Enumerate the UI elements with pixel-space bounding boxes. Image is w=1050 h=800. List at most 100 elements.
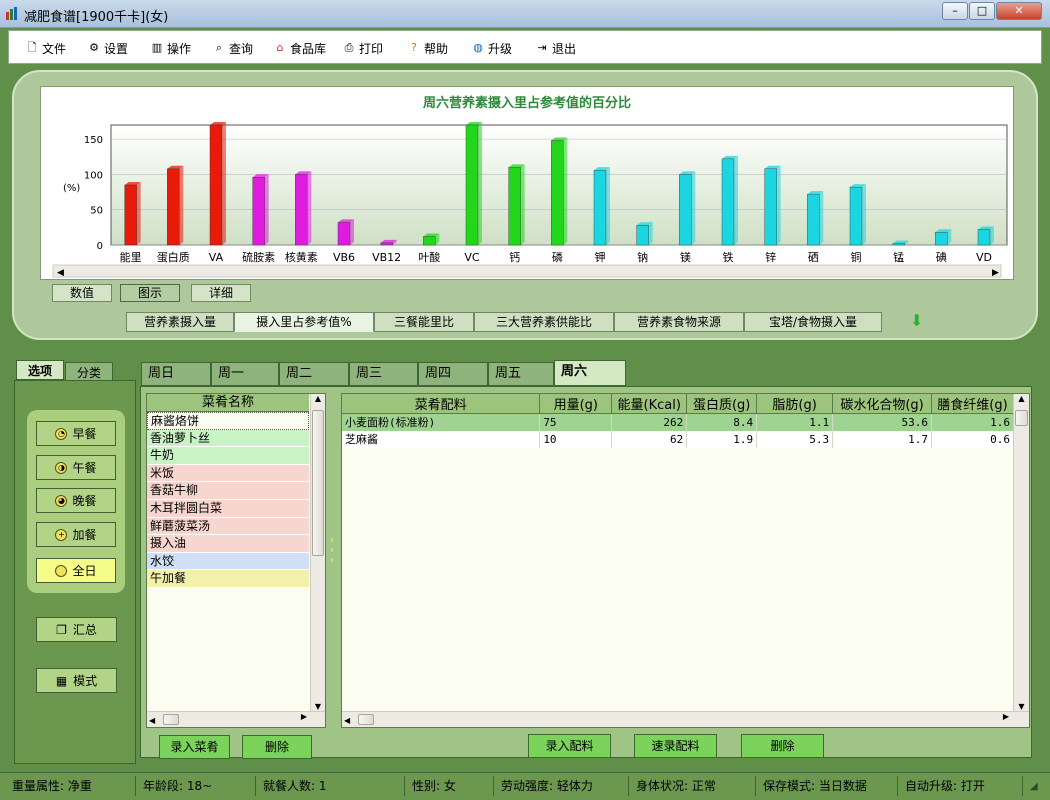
cell: 0.6 xyxy=(931,430,1014,448)
cell: 62 xyxy=(611,430,688,448)
template-button[interactable]: ▦ 模式 xyxy=(36,668,117,693)
menu-print[interactable]: ⎙ 打印 xyxy=(342,39,383,57)
tab-macro-energy[interactable]: 三大营养素供能比 xyxy=(474,312,614,332)
col-fat[interactable]: 脂肪(g) xyxy=(756,394,834,414)
menu-food-db[interactable]: ⌂ 食品库 xyxy=(273,39,327,57)
tab-sunday[interactable]: 周日 xyxy=(141,362,211,386)
dish-item[interactable]: 水饺 xyxy=(147,552,309,571)
scroll-left-icon[interactable]: ◀ xyxy=(147,716,155,725)
summary-button[interactable]: ❐ 汇总 xyxy=(36,617,117,642)
add-ingredient-button[interactable]: 录入配料 xyxy=(528,734,611,758)
delete-ingredient-button[interactable]: 删除 xyxy=(741,734,824,758)
quick-ingredient-button[interactable]: 速录配料 xyxy=(634,734,717,758)
col-carbs[interactable]: 碳水化合物(g) xyxy=(832,394,933,414)
tab-saturday[interactable]: 周六 xyxy=(554,360,626,386)
bar-front xyxy=(124,184,137,246)
dish-item[interactable]: 香菇牛柳 xyxy=(147,482,309,500)
dish-item[interactable]: 木耳拌圆白菜 xyxy=(147,499,309,518)
bar-17 xyxy=(849,184,866,246)
dish-item[interactable]: 米饭 xyxy=(147,464,309,483)
scroll-thumb[interactable] xyxy=(358,714,374,725)
scroll-left-icon[interactable]: ◀ xyxy=(57,268,64,278)
scroll-thumb[interactable] xyxy=(1015,410,1028,426)
view-chart-button[interactable]: 图示 xyxy=(120,284,180,302)
clock-icon: ◕ xyxy=(55,494,68,507)
delete-dish-button[interactable]: 删除 xyxy=(242,735,312,759)
maximize-button[interactable]: □ xyxy=(969,2,995,20)
menu-bar: 🗋 文件 ⚙ 设置 ▥ 操作 ⌕ 查询 ⌂ 食品库 ⎙ 打印 ? 帮助 ◍ 升级 ⇥ 退出 xyxy=(8,30,1042,64)
menu-exit[interactable]: ⇥ 退出 xyxy=(535,39,576,57)
dish-item[interactable]: 牛奶 xyxy=(147,447,309,465)
tab-intake-percent[interactable]: 摄入里占参考值% xyxy=(234,312,374,332)
status-health: 身体状况: 正常 xyxy=(632,776,756,796)
chart-area: 周六营养素摄入里占参考值的百分比 0 50 100 150 (%) 能里 蛋白质 VA 硫胺… xyxy=(40,86,1014,280)
x-tick-label: VD xyxy=(976,251,992,264)
dish-list-vscroll[interactable]: ▲ ▼ xyxy=(310,394,325,711)
meal-lunch-button[interactable]: ◑ 午餐 xyxy=(36,455,116,480)
dish-item[interactable]: 摄入油 xyxy=(147,535,309,553)
resize-grip-icon[interactable]: ◢ xyxy=(1030,781,1044,795)
chart-hscroll[interactable] xyxy=(52,264,1002,278)
bar-side xyxy=(221,122,226,245)
collapse-arrows-icon[interactable]: ‹ ‹ ‹ xyxy=(330,536,338,576)
tab-friday[interactable]: 周五 xyxy=(488,362,554,386)
minimize-button[interactable]: – xyxy=(942,2,968,20)
dish-item[interactable]: 鲜蘑菠菜汤 xyxy=(147,517,309,536)
bar-11 xyxy=(593,167,610,246)
tab-nutrient-intake[interactable]: 营养素摄入量 xyxy=(126,312,234,332)
bar-14 xyxy=(721,155,738,246)
chart-title: 周六营养素摄入里占参考值的百分比 xyxy=(423,95,631,111)
table-row[interactable]: 小麦面粉(标准粉) 75 262 8.4 1.1 53.6 1.6 xyxy=(342,413,1014,431)
scroll-thumb[interactable] xyxy=(312,410,324,556)
tab-options[interactable]: 选项 xyxy=(16,360,64,380)
scroll-left-icon[interactable]: ◀ xyxy=(342,716,350,725)
scroll-right-icon[interactable]: ▶ xyxy=(992,268,999,278)
menu-query[interactable]: ⌕ 查询 xyxy=(212,39,253,57)
menu-file[interactable]: 🗋 文件 xyxy=(25,39,66,57)
scroll-up-icon[interactable]: ▲ xyxy=(1014,394,1029,403)
tab-thursday[interactable]: 周四 xyxy=(418,362,488,386)
dish-item[interactable]: 香油萝卜丝 xyxy=(147,429,309,448)
scroll-down-icon[interactable]: ▼ xyxy=(1014,702,1029,711)
bar-side xyxy=(179,165,184,245)
menu-settings[interactable]: ⚙ 设置 xyxy=(87,39,128,57)
col-protein[interactable]: 蛋白质(g) xyxy=(686,394,758,414)
table-hscroll[interactable]: ◀ ▶ xyxy=(342,711,1029,727)
dish-item[interactable]: 午加餐 xyxy=(147,570,309,588)
dish-list-hscroll[interactable]: ◀ ▶ xyxy=(147,711,325,727)
dish-item[interactable]: 麻酱烙饼 xyxy=(147,412,309,430)
tab-pyramid[interactable]: 宝塔/食物摄入量 xyxy=(744,312,882,332)
tab-meal-energy[interactable]: 三餐能里比 xyxy=(374,312,474,332)
tab-food-source[interactable]: 营养素食物来源 xyxy=(614,312,744,332)
arrow-down-icon[interactable]: ⬇ xyxy=(910,312,928,330)
col-amount[interactable]: 用量(g) xyxy=(539,394,613,414)
tab-categories[interactable]: 分类 xyxy=(65,362,113,382)
scroll-right-icon[interactable]: ▶ xyxy=(1003,712,1009,721)
scroll-down-icon[interactable]: ▼ xyxy=(311,702,325,711)
tab-wednesday[interactable]: 周三 xyxy=(349,362,418,386)
x-tick-label: 叶酸 xyxy=(418,250,440,264)
scroll-thumb[interactable] xyxy=(163,714,179,725)
table-vscroll[interactable]: ▲ ▼ xyxy=(1013,394,1029,711)
tab-monday[interactable]: 周一 xyxy=(211,362,279,386)
col-fiber[interactable]: 膳食纤维(g) xyxy=(931,394,1014,414)
menu-operate[interactable]: ▥ 操作 xyxy=(150,39,191,57)
menu-upgrade[interactable]: ◍ 升级 xyxy=(471,39,512,57)
add-dish-button[interactable]: 录入菜肴 xyxy=(159,735,230,759)
cell: 75 xyxy=(539,413,613,431)
tab-tuesday[interactable]: 周二 xyxy=(279,362,349,386)
menu-label: 设置 xyxy=(104,41,129,56)
meal-snack-button[interactable]: + 加餐 xyxy=(36,522,116,547)
meal-dinner-button[interactable]: ◕ 晚餐 xyxy=(36,488,116,513)
meal-breakfast-button[interactable]: ◔ 早餐 xyxy=(36,421,116,446)
view-detail-button[interactable]: 详细 xyxy=(191,284,251,302)
col-ingredient[interactable]: 菜肴配料 xyxy=(342,394,541,414)
table-row[interactable]: 芝麻酱 10 62 1.9 5.3 1.7 0.6 xyxy=(342,430,1014,448)
close-button[interactable]: ✕ xyxy=(996,2,1042,20)
view-values-button[interactable]: 数值 xyxy=(52,284,112,302)
scroll-up-icon[interactable]: ▲ xyxy=(311,394,325,403)
scroll-right-icon[interactable]: ▶ xyxy=(301,712,307,721)
menu-help[interactable]: ? 帮助 xyxy=(407,39,448,57)
col-energy[interactable]: 能量(Kcal) xyxy=(611,394,688,414)
meal-allday-button[interactable]: 全日 xyxy=(36,558,116,583)
